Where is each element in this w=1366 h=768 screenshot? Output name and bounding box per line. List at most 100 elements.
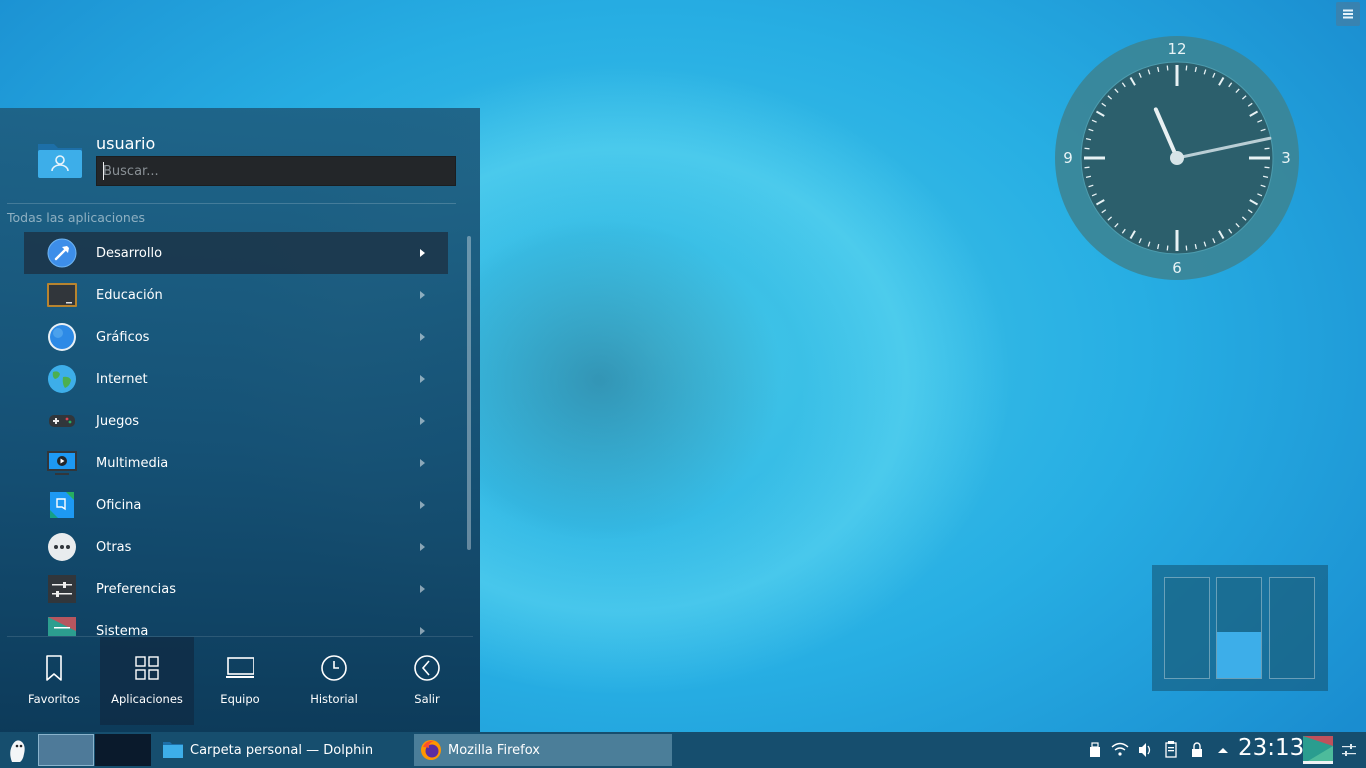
category-label: Gráficos <box>96 329 150 345</box>
category-graficos[interactable]: Gráficos <box>24 316 448 358</box>
category-sistema[interactable]: Sistema <box>24 610 448 636</box>
firefox-icon <box>421 740 441 760</box>
pager-desktop-1-mini[interactable] <box>38 734 94 766</box>
category-label: Sistema <box>96 623 149 637</box>
category-preferencias[interactable]: Preferencias <box>24 568 448 610</box>
launcher-tabs: Favoritos Aplicaciones Equipo Historial … <box>7 637 473 725</box>
pager-desktop-1[interactable] <box>1164 577 1210 679</box>
category-multimedia[interactable]: Multimedia <box>24 442 448 484</box>
tab-historial[interactable]: Historial <box>287 637 381 725</box>
office-icon <box>50 492 74 518</box>
globe-blue-icon <box>48 323 76 351</box>
clock-numeral-3: 3 <box>1281 149 1291 167</box>
application-launcher-button[interactable] <box>2 734 34 766</box>
clock-tick <box>1166 245 1169 251</box>
category-label: Oficina <box>96 497 142 513</box>
earth-icon <box>48 365 76 393</box>
chevron-right-icon <box>420 333 425 341</box>
app-category-list: Desarrollo Educación Gráficos Internet J… <box>24 232 448 636</box>
chevron-right-icon <box>420 627 425 635</box>
lock-icon[interactable] <box>1190 732 1204 768</box>
hammer-icon <box>47 238 77 268</box>
tab-label: Favoritos <box>28 692 80 706</box>
clipboard-icon[interactable] <box>1164 732 1178 768</box>
header-divider <box>7 203 456 204</box>
folder-icon <box>163 742 183 758</box>
app-list-scrollbar[interactable] <box>467 236 471 550</box>
tab-label: Salir <box>414 692 440 706</box>
clock-numeral-9: 9 <box>1063 149 1073 167</box>
pager-window <box>1217 632 1261 678</box>
clock-tick <box>1084 166 1090 169</box>
chevron-right-icon <box>420 585 425 593</box>
task-firefox[interactable]: Mozilla Firefox <box>414 734 672 766</box>
category-internet[interactable]: Internet <box>24 358 448 400</box>
clock-icon <box>321 655 347 681</box>
pager-desktop-2-mini[interactable] <box>95 734 151 766</box>
clock-tick <box>1084 147 1090 150</box>
category-label: Multimedia <box>96 455 169 471</box>
category-label: Internet <box>96 371 148 387</box>
category-label: Educación <box>96 287 163 303</box>
chevron-right-icon <box>420 291 425 299</box>
category-desarrollo[interactable]: Desarrollo <box>24 232 448 274</box>
analog-clock-widget[interactable]: 12 3 6 9 <box>1054 35 1300 281</box>
grid-icon <box>135 656 159 680</box>
wifi-icon[interactable] <box>1110 732 1130 768</box>
virtual-desktop-pager[interactable] <box>1152 565 1328 691</box>
clock-tick <box>1264 147 1270 150</box>
section-title: Todas las aplicaciones <box>7 210 146 225</box>
tab-equipo[interactable]: Equipo <box>193 637 287 725</box>
text-cursor <box>103 162 104 180</box>
pager-desktop-3[interactable] <box>1269 577 1315 679</box>
pager-desktop-2[interactable] <box>1216 577 1262 679</box>
search-input[interactable] <box>96 156 456 186</box>
user-folder-icon <box>38 144 82 178</box>
digital-clock[interactable]: 23:13 <box>1238 735 1304 761</box>
chevron-right-icon <box>420 249 425 257</box>
monitor-play-icon <box>47 451 77 475</box>
tab-aplicaciones[interactable]: Aplicaciones <box>100 637 194 725</box>
task-label: Mozilla Firefox <box>448 742 540 758</box>
clock-tick <box>1264 166 1270 169</box>
clock-numeral-6: 6 <box>1172 259 1182 277</box>
gamepad-icon <box>49 415 75 427</box>
bookmark-icon <box>46 655 62 681</box>
task-label: Carpeta personal — Dolphin <box>190 742 374 758</box>
panel-settings-icon[interactable] <box>1340 741 1358 759</box>
tab-label: Aplicaciones <box>111 692 183 706</box>
tray-expand-arrow-icon[interactable] <box>1216 732 1230 768</box>
username: usuario <box>96 134 156 153</box>
system-icon <box>48 617 76 636</box>
clock-tick <box>1185 65 1188 71</box>
task-dolphin[interactable]: Carpeta personal — Dolphin <box>156 734 410 766</box>
chevron-right-icon <box>420 459 425 467</box>
category-educacion[interactable]: Educación <box>24 274 448 316</box>
application-launcher: usuario Todas las aplicaciones Desarroll… <box>0 108 480 732</box>
tab-favoritos[interactable]: Favoritos <box>7 637 101 725</box>
laptop-icon <box>226 657 254 678</box>
more-dots-icon <box>48 533 76 561</box>
hamburger-icon <box>1343 13 1353 15</box>
sliders-icon <box>48 575 76 603</box>
category-label: Preferencias <box>96 581 177 597</box>
category-juegos[interactable]: Juegos <box>24 400 448 442</box>
category-otras[interactable]: Otras <box>24 526 448 568</box>
chevron-right-icon <box>420 417 425 425</box>
category-oficina[interactable]: Oficina <box>24 484 448 526</box>
tab-label: Historial <box>310 692 358 706</box>
category-label: Otras <box>96 539 132 555</box>
volume-icon[interactable] <box>1137 732 1153 768</box>
desktop-toolbox-button[interactable] <box>1336 2 1360 26</box>
category-label: Desarrollo <box>96 245 163 261</box>
show-desktop-icon[interactable] <box>1302 734 1334 766</box>
chevron-right-icon <box>420 501 425 509</box>
tab-salir[interactable]: Salir <box>380 637 474 725</box>
category-label: Juegos <box>96 413 140 429</box>
taskbar-panel: Carpeta personal — Dolphin Mozilla Firef… <box>0 732 1366 768</box>
clock-tick <box>1185 245 1188 251</box>
usb-device-icon[interactable] <box>1088 732 1102 768</box>
chalkboard-icon <box>47 283 77 307</box>
clock-numeral-12: 12 <box>1167 40 1186 58</box>
back-circle-icon <box>414 655 440 681</box>
